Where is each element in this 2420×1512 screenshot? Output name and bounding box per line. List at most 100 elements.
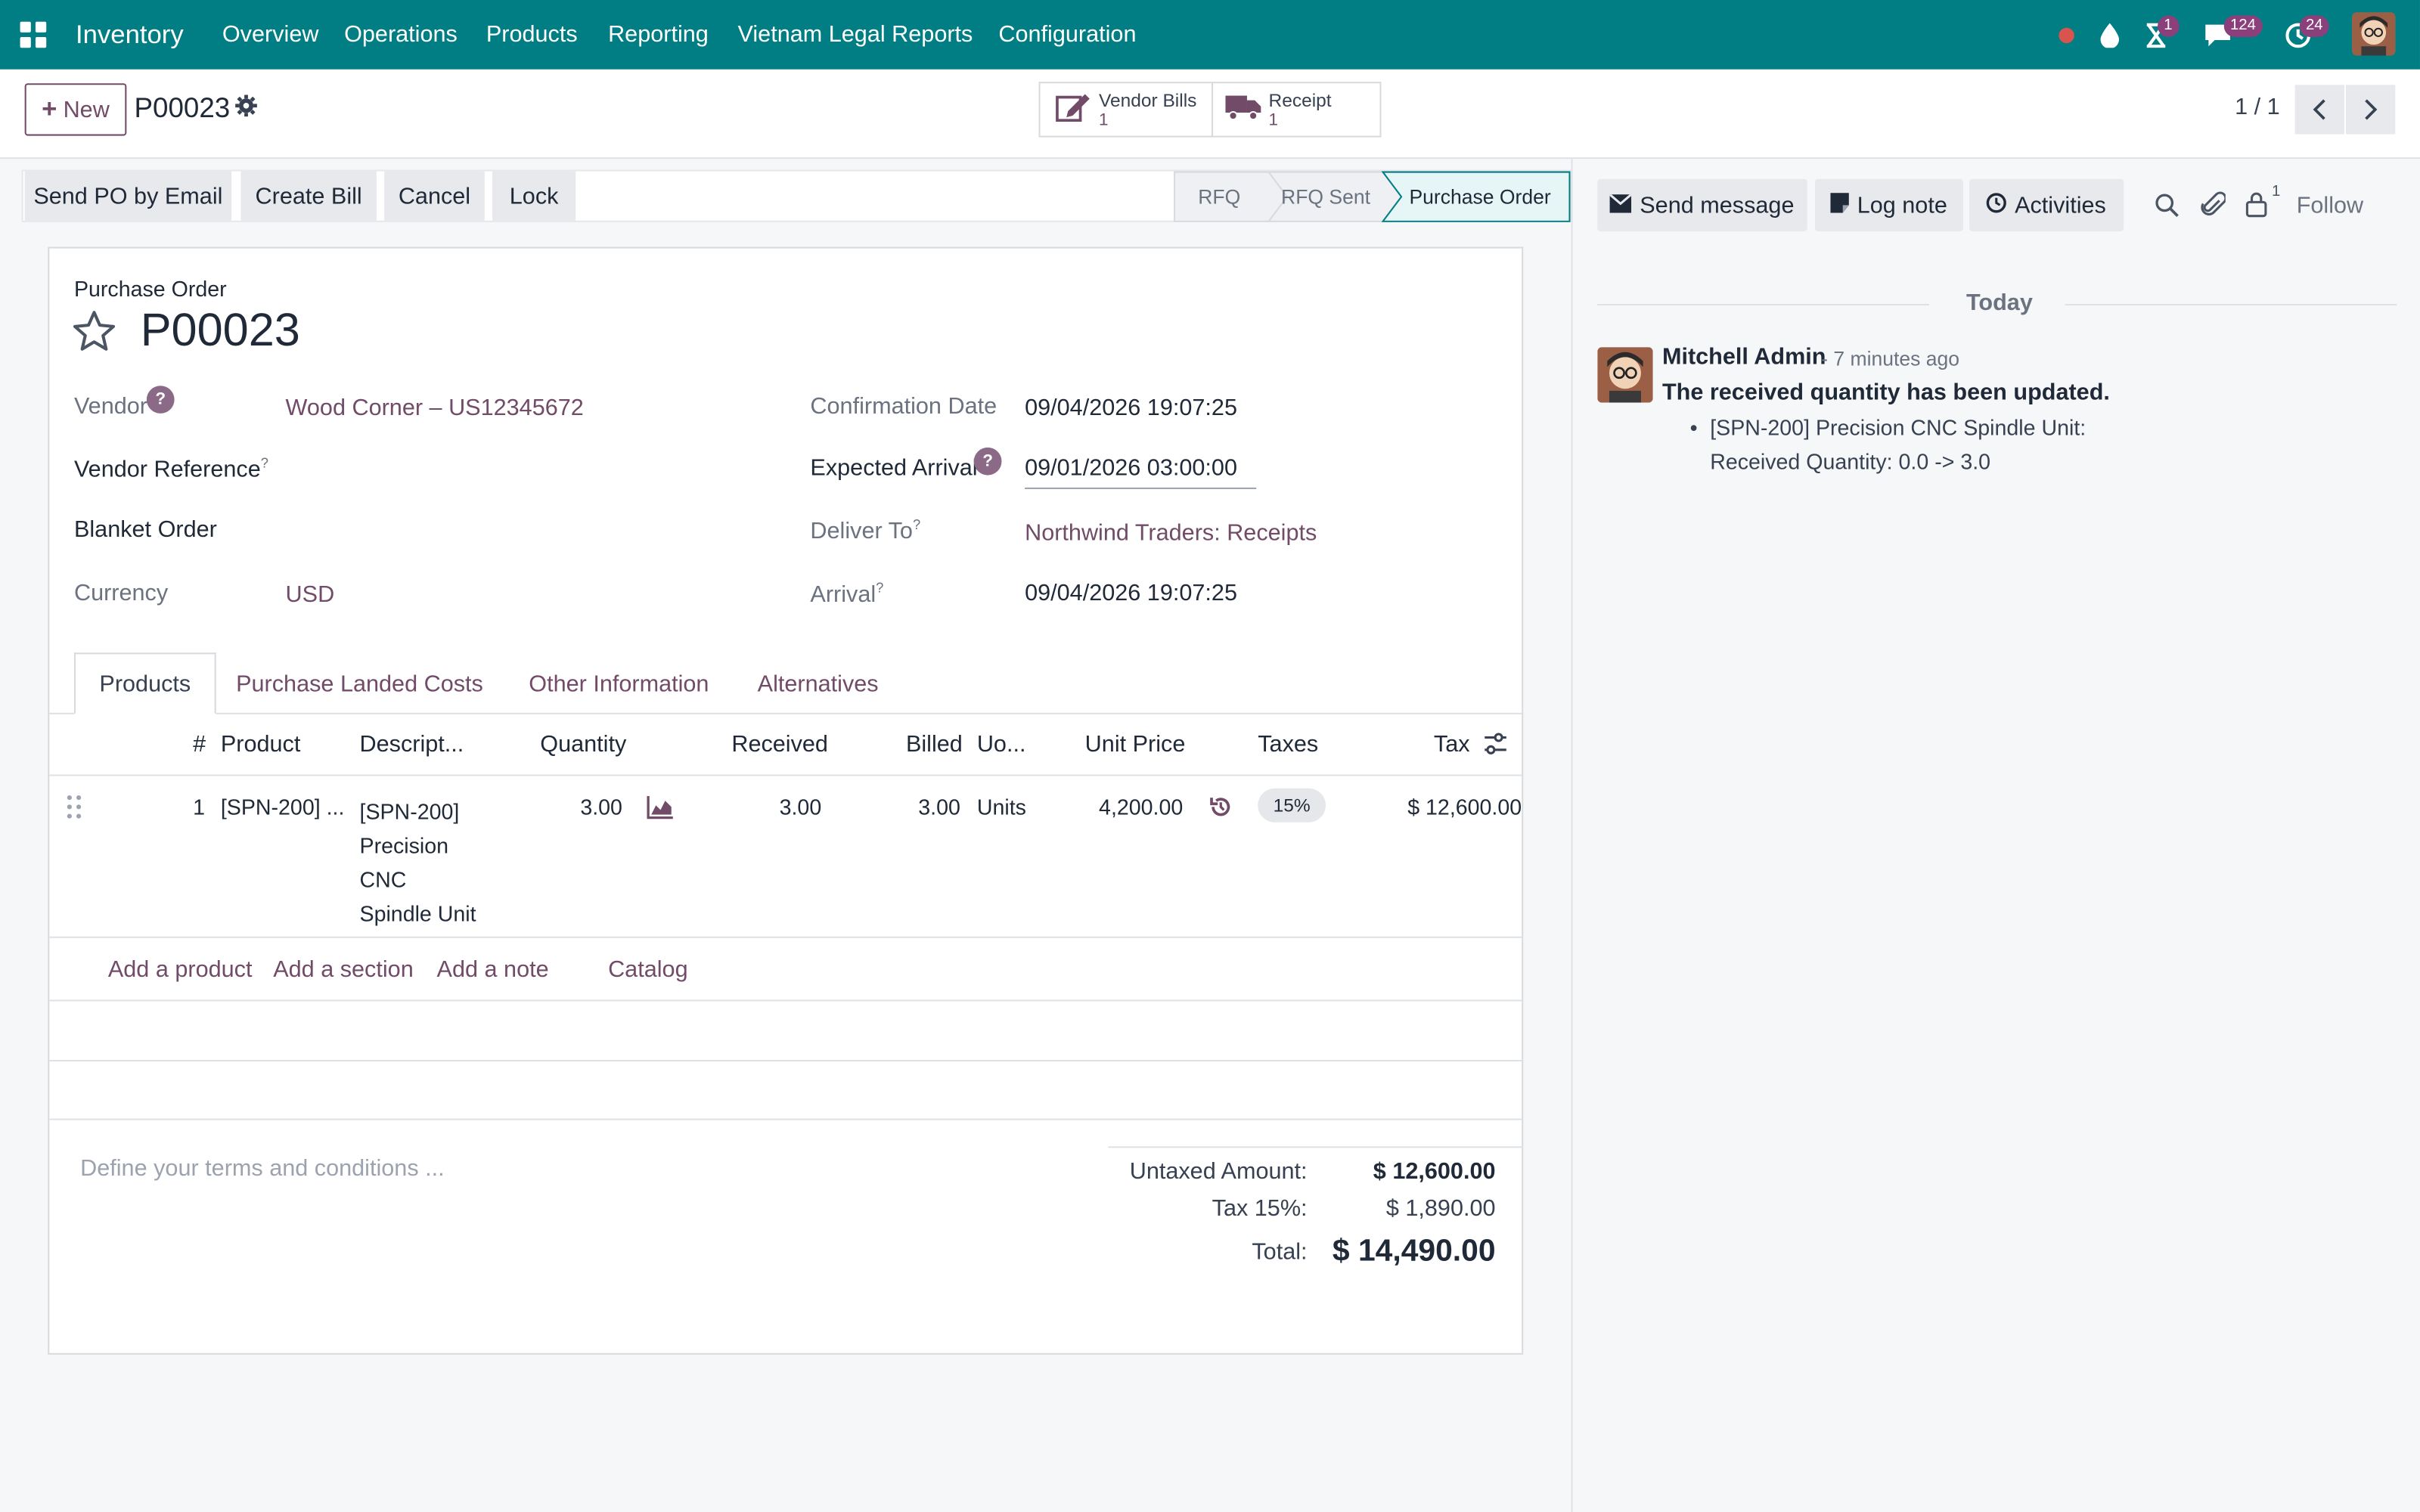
apps-grid-icon[interactable] — [15, 17, 52, 54]
vendor-bills-count: 1 — [1099, 110, 1109, 129]
gear-icon[interactable] — [234, 94, 258, 125]
col-number: # — [193, 731, 206, 758]
row-received[interactable]: 3.00 — [780, 795, 822, 820]
catalog-link[interactable]: Catalog — [608, 956, 688, 983]
vendor-reference-field[interactable] — [286, 451, 749, 488]
add-product-link[interactable]: Add a product — [108, 956, 253, 983]
new-button[interactable]: + New — [24, 83, 127, 136]
col-uom[interactable]: Uo... — [977, 731, 1026, 758]
col-tax[interactable]: Tax — [1434, 731, 1470, 758]
clock-icon — [1987, 192, 2007, 218]
col-product[interactable]: Product — [221, 731, 301, 758]
plus-icon: + — [42, 94, 57, 124]
menu-overview[interactable]: Overview — [222, 0, 319, 70]
menu-reporting[interactable]: Reporting — [608, 0, 709, 70]
expected-arrival-help-icon[interactable]: ? — [973, 447, 1002, 476]
menu-vietnam-legal-reports[interactable]: Vietnam Legal Reports — [738, 0, 973, 70]
send-message-button[interactable]: Send message — [1597, 178, 1807, 232]
optional-columns-icon[interactable] — [1483, 731, 1508, 764]
receipt-count: 1 — [1268, 110, 1279, 129]
currency-label: Currency — [73, 580, 169, 607]
breadcrumb-record-name: P00023 — [134, 92, 231, 124]
pager-next-icon[interactable] — [2346, 85, 2396, 135]
expected-arrival-field[interactable]: 09/01/2026 03:00:00 — [1025, 455, 1257, 489]
message-author[interactable]: Mitchell Admin — [1662, 344, 1826, 370]
vendor-help-icon[interactable]: ? — [146, 386, 175, 414]
add-note-link[interactable]: Add a note — [437, 956, 549, 983]
pager-value[interactable]: 1 / 1 — [2235, 94, 2280, 120]
receipt-label: Receipt — [1268, 88, 1332, 110]
create-bill-button[interactable]: Create Bill — [240, 169, 377, 222]
total-label: Total: — [1252, 1238, 1308, 1266]
new-button-label: New — [63, 96, 110, 123]
add-section-link[interactable]: Add a section — [273, 956, 414, 983]
edit-icon — [1056, 90, 1093, 129]
followers-count: 1 — [2272, 183, 2281, 201]
deliver-to-field[interactable]: Northwind Traders: Receipts — [1025, 520, 1317, 547]
row-description[interactable]: [SPN-200] Precision CNC Spindle Unit — [360, 795, 476, 931]
row-unit-price[interactable]: 4,200.00 — [1099, 795, 1183, 820]
terms-field[interactable]: Define your terms and conditions ... — [80, 1156, 445, 1182]
author-avatar[interactable] — [1597, 347, 1653, 403]
tab-alternatives[interactable]: Alternatives — [743, 652, 894, 714]
send-po-button[interactable]: Send PO by Email — [24, 169, 232, 222]
droplet-icon[interactable] — [2091, 17, 2128, 54]
menu-operations[interactable]: Operations — [344, 0, 458, 70]
row-product[interactable]: [SPN-200] ... — [221, 795, 345, 820]
vendor-reference-label: Vendor Reference? — [73, 455, 268, 483]
message-line-1: [SPN-200] Precision CNC Spindle Unit: — [1710, 414, 2086, 440]
stage-rfq-sent[interactable]: RFQ Sent — [1281, 172, 1370, 221]
forecast-chart-icon[interactable] — [647, 795, 675, 827]
col-taxes[interactable]: Taxes — [1258, 731, 1318, 758]
record-title: P00023 — [140, 305, 300, 357]
pager-previous-icon[interactable] — [2294, 85, 2344, 135]
vendor-label: Vendor — [73, 393, 147, 420]
col-unit-price[interactable]: Unit Price — [1085, 731, 1186, 758]
star-icon[interactable] — [71, 308, 117, 362]
message-line-2: Received Quantity: 0.0 -> 3.0 — [1710, 448, 1991, 474]
tax-value: $ 1,890.00 — [1385, 1195, 1496, 1222]
search-icon[interactable] — [2155, 193, 2180, 225]
tab-purchase-landed-costs[interactable]: Purchase Landed Costs — [225, 652, 494, 714]
col-received[interactable]: Received — [731, 731, 828, 758]
currency-field[interactable]: USD — [286, 581, 335, 608]
lock-button[interactable]: Lock — [492, 169, 576, 222]
messages-badge: 124 — [2223, 15, 2263, 37]
drag-handle-icon[interactable] — [67, 795, 82, 827]
vendor-field[interactable]: Wood Corner – US12345672 — [286, 395, 584, 421]
blanket-order-field[interactable] — [286, 513, 749, 550]
menu-products[interactable]: Products — [486, 0, 578, 70]
total-value: $ 14,490.00 — [1332, 1234, 1496, 1269]
menu-configuration[interactable]: Configuration — [998, 0, 1136, 70]
user-avatar[interactable] — [2352, 12, 2396, 56]
tab-products[interactable]: Products — [73, 652, 216, 714]
follow-button[interactable]: Follow — [2297, 193, 2363, 219]
date-separator: Today — [1965, 290, 2033, 317]
arrival-value: 09/04/2026 19:07:25 — [1025, 580, 1237, 607]
control-panel: + New P00023 Vendor Bills 1 Receipt 1 1 … — [0, 69, 2420, 160]
tax-badge[interactable]: 15% — [1258, 788, 1326, 823]
row-uom[interactable]: Units — [977, 795, 1026, 820]
lock-followers-icon[interactable] — [2245, 191, 2267, 225]
stage-rfq[interactable]: RFQ — [1182, 172, 1256, 221]
vendor-bills-smart-button[interactable]: Vendor Bills 1 — [1038, 82, 1214, 138]
record-dot-icon[interactable] — [2048, 17, 2085, 54]
confirmation-date-label: Confirmation Date — [810, 393, 997, 420]
paperclip-icon[interactable] — [2201, 191, 2227, 227]
tab-other-information[interactable]: Other Information — [514, 652, 724, 714]
col-billed[interactable]: Billed — [906, 731, 963, 758]
truck-icon — [1225, 91, 1262, 127]
col-quantity[interactable]: Quantity — [540, 731, 626, 758]
cancel-button[interactable]: Cancel — [384, 169, 485, 222]
col-description[interactable]: Descript... — [360, 731, 464, 758]
receipt-smart-button[interactable]: Receipt 1 — [1212, 82, 1382, 138]
app-name[interactable]: Inventory — [76, 0, 184, 70]
row-quantity[interactable]: 3.00 — [580, 795, 622, 820]
record-type-label: Purchase Order — [73, 276, 227, 301]
log-note-button[interactable]: Log note — [1814, 178, 1963, 232]
note-icon — [1830, 192, 1850, 218]
stage-purchase-order[interactable]: Purchase Order — [1397, 172, 1563, 221]
history-icon[interactable] — [1208, 795, 1233, 827]
confirmation-date-value: 09/04/2026 19:07:25 — [1025, 395, 1237, 422]
activities-button[interactable]: Activities — [1969, 178, 2124, 232]
